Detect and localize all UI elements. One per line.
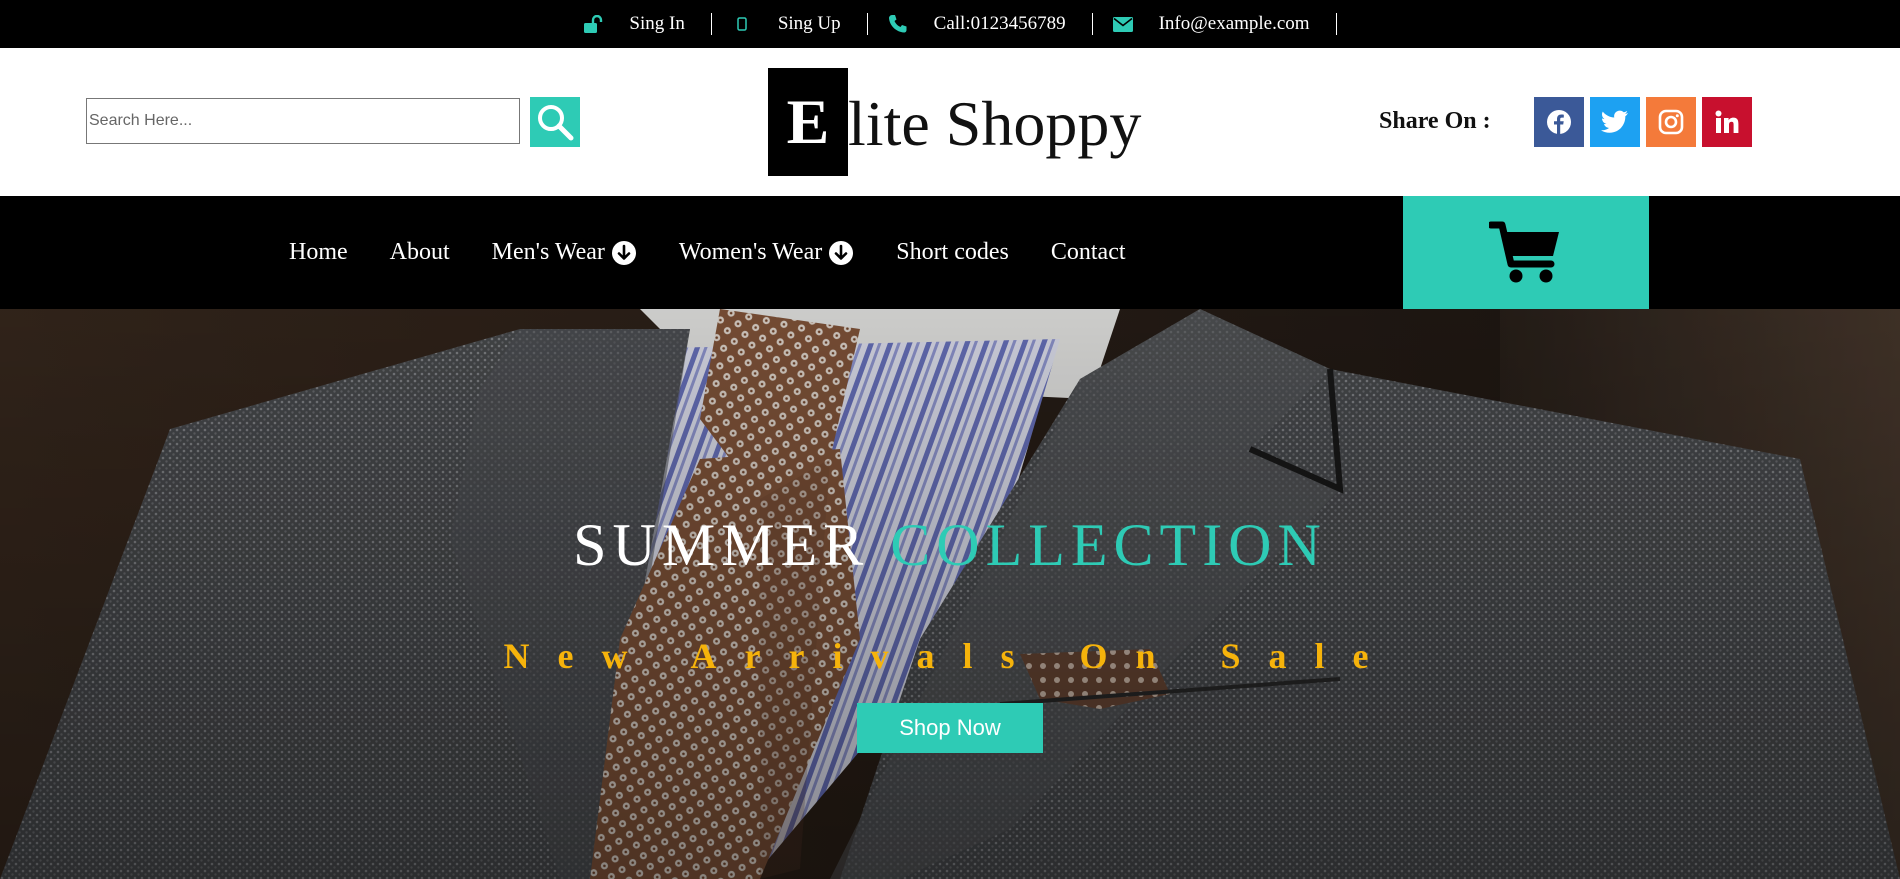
header: E lite Shoppy Share On : (0, 48, 1900, 196)
logo-initial: E (768, 68, 848, 176)
arrow-circle-down-icon (829, 240, 854, 265)
sign-in-label: Sing In (629, 13, 685, 34)
email-link[interactable]: Info@example.com (1093, 13, 1337, 35)
arrow-circle-down-icon (611, 240, 636, 265)
nav-item-label: Contact (1050, 239, 1126, 265)
facebook-icon (1547, 110, 1571, 134)
hero-banner: SUMMER COLLECTION New Arrivals On Sale S… (0, 309, 1900, 879)
nav-item-label: Women's Wear (678, 239, 823, 265)
twitter-button[interactable] (1590, 97, 1640, 147)
linkedin-icon (1715, 110, 1739, 133)
search-button[interactable] (530, 97, 580, 147)
top-bar: Sing In Sing Up Call:0123456789 Info@exa… (0, 0, 1900, 48)
search-input[interactable] (86, 98, 520, 144)
nav-menu: Home About Men's Wear Women's Wear Short… (289, 196, 1168, 309)
instagram-button[interactable] (1646, 97, 1696, 147)
sign-in-link[interactable]: Sing In (563, 13, 712, 35)
nav-item-mens-wear[interactable]: Men's Wear (492, 239, 637, 266)
call-label: Call:0123456789 (933, 13, 1066, 34)
nav-item-label: Men's Wear (491, 239, 605, 265)
nav-item-short-codes[interactable]: Short codes (896, 239, 1009, 266)
nav-item-label: About (389, 239, 450, 265)
twitter-icon (1601, 110, 1628, 133)
hero-title: SUMMER COLLECTION (0, 511, 1900, 580)
logo-text: lite Shoppy (848, 88, 1142, 159)
share-label: Share On : (1379, 108, 1491, 134)
phone-icon (888, 14, 908, 34)
shop-now-button[interactable]: Shop Now (857, 703, 1043, 753)
nav-item-home[interactable]: Home (289, 239, 348, 266)
email-label: Info@example.com (1158, 13, 1310, 34)
instagram-icon (1658, 109, 1684, 135)
site-logo[interactable]: E lite Shoppy (768, 68, 1141, 176)
linkedin-button[interactable] (1702, 97, 1752, 147)
call-link[interactable]: Call:0123456789 (868, 13, 1093, 35)
nav-item-about[interactable]: About (390, 239, 450, 266)
nav-item-contact[interactable]: Contact (1051, 239, 1126, 266)
facebook-button[interactable] (1534, 97, 1584, 147)
unlock-icon (583, 14, 603, 34)
hero-subtitle: New Arrivals On Sale (503, 636, 1397, 676)
sign-up-link[interactable]: Sing Up (712, 13, 868, 35)
shopping-cart-icon (1489, 221, 1559, 282)
nav-item-womens-wear[interactable]: Women's Wear (679, 239, 854, 266)
hero-image (0, 309, 1900, 879)
search-icon (538, 105, 574, 141)
nav-item-label: Short codes (896, 239, 1009, 265)
sign-up-label: Sing Up (777, 13, 841, 34)
nav-item-label: Home (289, 239, 348, 265)
hero-title-part2: COLLECTION (890, 512, 1327, 578)
envelope-icon (1112, 14, 1133, 34)
hero-title-part1: SUMMER (573, 512, 870, 578)
mobile-icon (732, 14, 752, 34)
cart-button[interactable] (1403, 196, 1649, 309)
